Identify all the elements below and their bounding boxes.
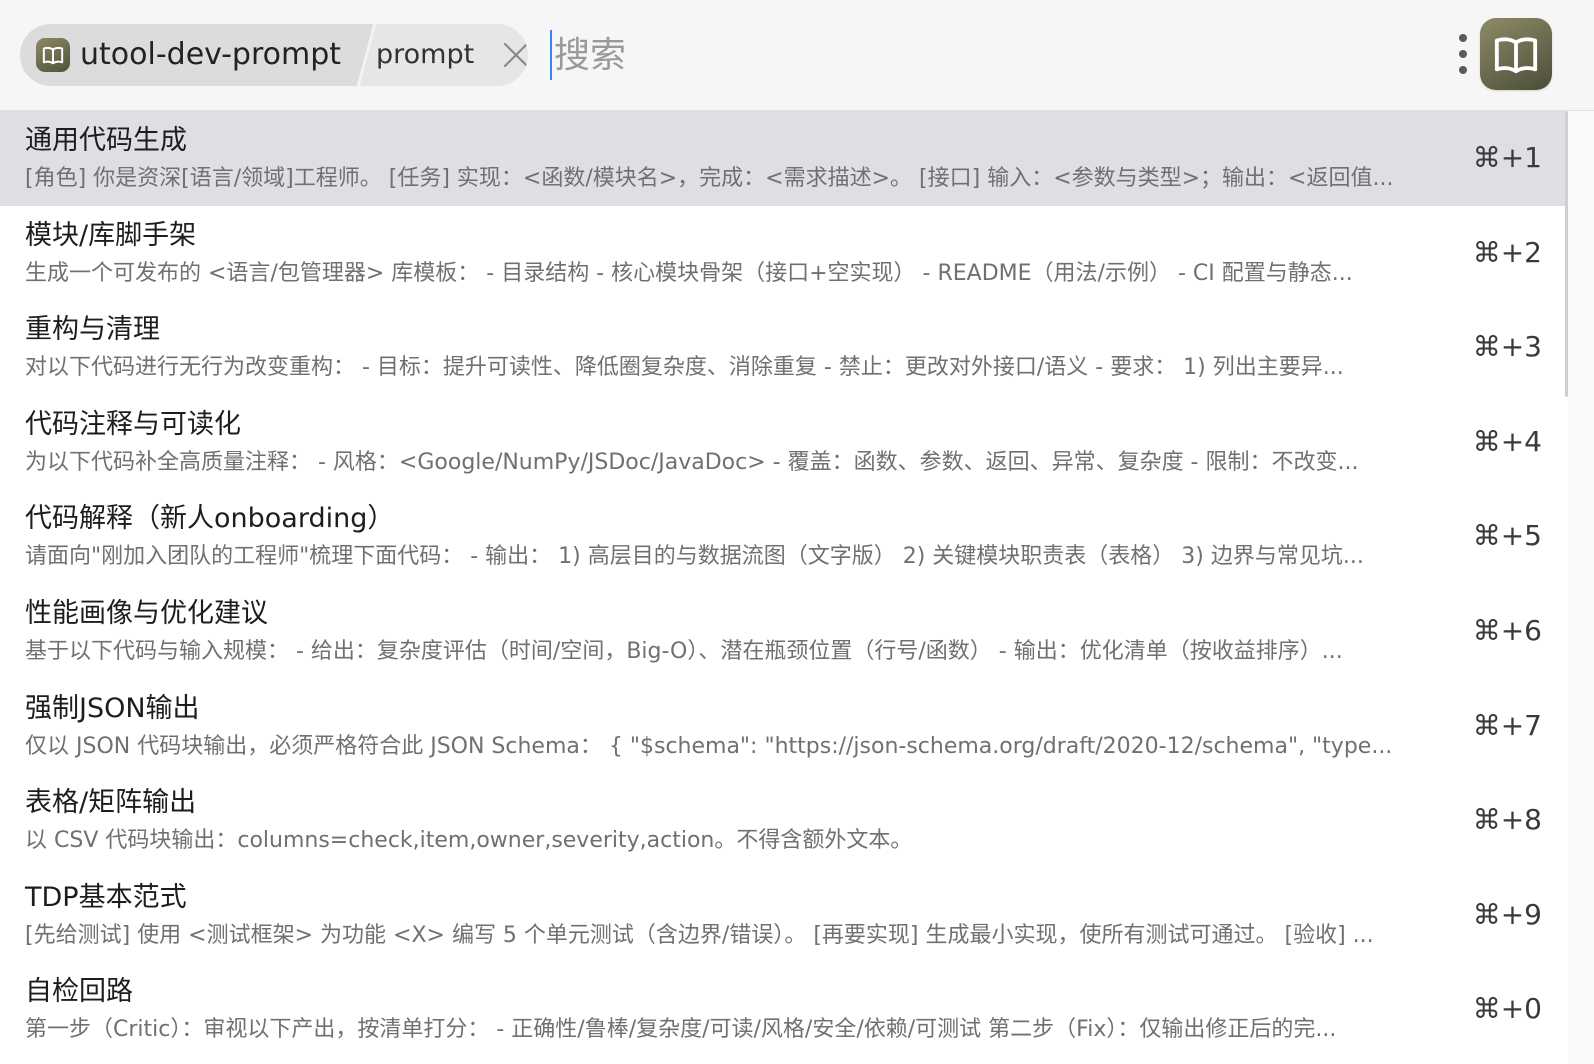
item-description: 生成一个可发布的 <语言/包管理器> 库模板： - 目录结构 - 核心模块骨架（…: [25, 260, 1353, 286]
item-shortcut: ⌘+1: [1472, 141, 1542, 174]
list-item[interactable]: 通用代码生成 [角色] 你是资深[语言/领域]工程师。 [任务] 实现：<函数/…: [0, 111, 1568, 206]
item-description: 请面向"刚加入团队的工程师"梳理下面代码： - 输出： 1) 高层目的与数据流图…: [25, 544, 1364, 570]
item-shortcut: ⌘+8: [1472, 803, 1542, 837]
more-options-icon[interactable]: [1454, 30, 1472, 78]
search-input[interactable]: [550, 30, 1414, 80]
item-description: 为以下代码补全高质量注释： - 风格：<Google/NumPy/JSDoc/J…: [25, 449, 1359, 475]
item-description: 以 CSV 代码块输出：columns=check,item,owner,sev…: [25, 828, 913, 854]
item-title: 重构与清理: [25, 314, 160, 346]
item-shortcut: ⌘+6: [1472, 613, 1542, 647]
item-description: 第一步（Critic）：审视以下产出，按清单打分： - 正确性/鲁棒/复杂度/可…: [25, 1017, 1337, 1043]
item-title: 通用代码生成: [25, 125, 187, 156]
app-book-icon[interactable]: [1480, 18, 1552, 90]
list-item[interactable]: 重构与清理 对以下代码进行无行为改变重构： - 目标：提升可读性、降低圈复杂度、…: [0, 300, 1568, 395]
item-title: 代码注释与可读化: [25, 408, 241, 440]
item-shortcut: ⌘+3: [1472, 330, 1542, 364]
list-item[interactable]: 强制JSON输出 仅以 JSON 代码块输出，必须严格符合此 JSON Sche…: [0, 679, 1568, 774]
list-item[interactable]: 性能画像与优化建议 基于以下代码与输入规模： - 给出：复杂度评估（时间/空间，…: [0, 584, 1568, 679]
item-shortcut: ⌘+9: [1472, 897, 1542, 931]
item-description: [角色] 你是资深[语言/领域]工程师。 [任务] 实现：<函数/模块名>，完成…: [25, 166, 1394, 191]
list-item[interactable]: 代码注释与可读化 为以下代码补全高质量注释： - 风格：<Google/NumP…: [0, 395, 1568, 490]
item-title: 性能画像与优化建议: [25, 597, 268, 629]
item-description: [先给测试] 使用 <测试框架> 为功能 <X> 编写 5 个单元测试（含边界/…: [25, 922, 1374, 948]
item-description: 基于以下代码与输入规模： - 给出：复杂度评估（时间/空间，Big-O）、潜在瓶…: [25, 638, 1343, 664]
plugin-pill[interactable]: utool-dev-prompt prompt: [20, 24, 528, 86]
list-item[interactable]: 代码解释（新人onboarding） 请面向"刚加入团队的工程师"梳理下面代码：…: [0, 489, 1568, 584]
book-icon: [36, 38, 70, 72]
item-shortcut: ⌘+7: [1472, 708, 1542, 742]
item-shortcut: ⌘+4: [1472, 424, 1542, 458]
subcommand-label: prompt: [376, 39, 475, 70]
item-shortcut: ⌘+0: [1472, 992, 1542, 1026]
item-title: 代码解释（新人onboarding）: [25, 503, 395, 535]
item-title: TDP基本范式: [25, 881, 187, 913]
close-icon[interactable]: [502, 41, 528, 69]
item-title: 表格/矩阵输出: [25, 787, 197, 819]
scrollbar-thumb[interactable]: [1565, 112, 1568, 397]
list-item[interactable]: TDP基本范式 [先给测试] 使用 <测试框架> 为功能 <X> 编写 5 个单…: [0, 868, 1568, 963]
item-title: 自检回路: [25, 976, 133, 1008]
item-description: 仅以 JSON 代码块输出，必须严格符合此 JSON Schema： { "$s…: [25, 733, 1393, 759]
list-item[interactable]: 表格/矩阵输出 以 CSV 代码块输出：columns=check,item,o…: [0, 773, 1568, 868]
item-description: 对以下代码进行无行为改变重构： - 目标：提升可读性、降低圈复杂度、消除重复 -…: [25, 355, 1344, 381]
list-item[interactable]: 自检回路 第一步（Critic）：审视以下产出，按清单打分： - 正确性/鲁棒/…: [0, 962, 1568, 1057]
item-shortcut: ⌘+2: [1472, 235, 1542, 269]
header-bar: utool-dev-prompt prompt: [0, 0, 1594, 111]
plugin-name: utool-dev-prompt: [80, 37, 342, 72]
item-title: 模块/库脚手架: [25, 219, 197, 251]
scrollbar-track[interactable]: [1568, 111, 1594, 1064]
prompt-list: 通用代码生成 [角色] 你是资深[语言/领域]工程师。 [任务] 实现：<函数/…: [0, 111, 1568, 1064]
item-shortcut: ⌘+5: [1472, 519, 1542, 553]
list-item[interactable]: 模块/库脚手架 生成一个可发布的 <语言/包管理器> 库模板： - 目录结构 -…: [0, 206, 1568, 301]
item-title: 强制JSON输出: [25, 692, 200, 724]
